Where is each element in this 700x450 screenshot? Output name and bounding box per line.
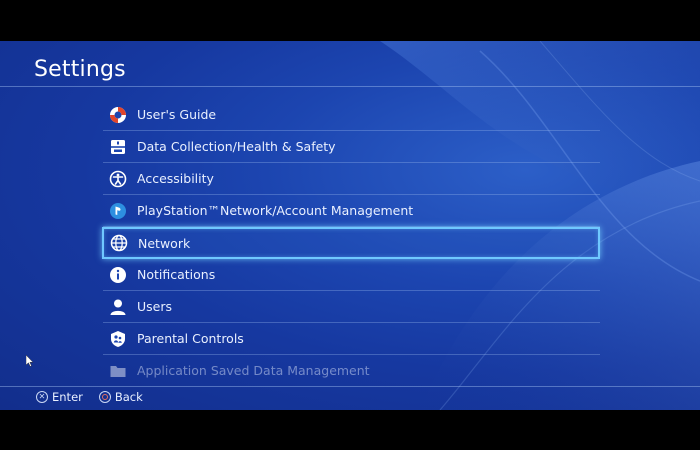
menu-item-psn-account[interactable]: PlayStation™Network/Account Management xyxy=(103,195,600,227)
mouse-cursor-icon xyxy=(26,355,34,367)
button-hints: ✕ Enter Back xyxy=(36,390,159,404)
accessibility-icon xyxy=(109,170,127,188)
folder-icon xyxy=(109,362,127,380)
info-icon xyxy=(109,266,127,284)
menu-item-users-guide[interactable]: User's Guide xyxy=(103,99,600,131)
menu-item-label: User's Guide xyxy=(137,107,217,122)
back-hint[interactable]: Back xyxy=(98,390,143,404)
lifebuoy-icon xyxy=(109,106,127,124)
enter-label: Enter xyxy=(52,390,83,404)
page-title: Settings xyxy=(34,57,126,82)
footer-divider xyxy=(0,386,700,387)
back-label: Back xyxy=(114,390,143,404)
menu-item-label: Notifications xyxy=(137,267,216,282)
enter-hint[interactable]: ✕ Enter xyxy=(36,390,83,404)
menu-item-label: Parental Controls xyxy=(137,331,244,346)
menu-item-notifications[interactable]: Notifications xyxy=(103,259,600,291)
menu-item-label: Data Collection/Health & Safety xyxy=(137,139,336,154)
circle-button-icon xyxy=(98,391,111,403)
family-shield-icon xyxy=(109,330,127,348)
menu-item-label: Application Saved Data Management xyxy=(137,363,370,378)
menu-item-saved-data[interactable]: Application Saved Data Management xyxy=(103,355,600,386)
menu-item-data-collection[interactable]: Data Collection/Health & Safety xyxy=(103,131,600,163)
settings-menu: User's Guide Data Collection/Health & Sa… xyxy=(102,99,600,386)
menu-item-parental-controls[interactable]: Parental Controls xyxy=(103,323,600,355)
cross-button-icon: ✕ xyxy=(36,391,48,403)
menu-item-label: Users xyxy=(137,299,173,314)
header-divider xyxy=(0,86,700,87)
user-icon xyxy=(109,298,127,316)
menu-item-label: PlayStation™Network/Account Management xyxy=(137,203,414,218)
settings-screen: Settings User's Guide Data Collection/He… xyxy=(0,41,700,410)
psn-icon xyxy=(109,202,127,220)
menu-item-users[interactable]: Users xyxy=(103,291,600,323)
safety-switch-icon xyxy=(109,138,127,156)
menu-item-accessibility[interactable]: Accessibility xyxy=(103,163,600,195)
menu-item-network[interactable]: Network xyxy=(102,227,600,259)
globe-icon xyxy=(110,234,128,252)
menu-item-label: Network xyxy=(138,235,191,251)
menu-item-label: Accessibility xyxy=(137,171,214,186)
